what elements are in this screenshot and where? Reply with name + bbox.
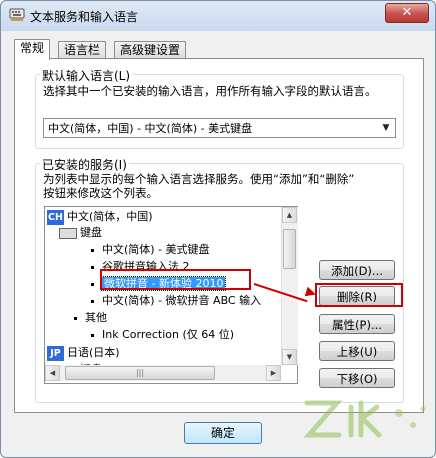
us-keyboard-label: 中文(简体) - 美式键盘 — [102, 243, 210, 256]
bullet-icon — [91, 282, 94, 286]
bullet-icon — [91, 265, 94, 269]
scroll-right-icon[interactable]: ▶ — [266, 365, 281, 381]
properties-button[interactable]: 属性(P)... — [319, 314, 395, 334]
scroll-up-icon[interactable]: ▲ — [282, 207, 297, 223]
bullet-icon — [91, 299, 94, 303]
language-jp-icon: JP — [47, 345, 64, 361]
window-title: 文本服务和输入语言 — [30, 10, 139, 24]
bullet-icon — [91, 333, 94, 337]
installed-services-description-2: 按钮来修改这个列表。 — [43, 186, 158, 200]
tree-horizontal-scrollbar[interactable]: ◀ ||| ▶ — [45, 365, 281, 381]
add-button[interactable]: 添加(D)... — [319, 260, 395, 280]
services-tree[interactable]: CH 中文(简体，中国) 键盘 中文(简体) - 美式键盘 谷歌拼音输入法 2 微… — [44, 206, 298, 384]
bullet-icon — [91, 248, 94, 252]
default-language-select[interactable]: 中文(简体，中国) - 中文(简体) - 美式键盘 ▼ — [43, 118, 396, 138]
other-cn-label: 其他 — [85, 311, 107, 324]
horizontal-scroll-thumb[interactable]: ||| — [65, 366, 215, 380]
keyboard-app-icon — [9, 8, 25, 21]
chevron-down-icon[interactable]: ▼ — [378, 120, 394, 136]
bullet-icon — [74, 316, 77, 320]
dialog-window: 文本服务和输入语言 ✕ 常规 语言栏 高级键设置 默认输入语言(L) 选择其中一… — [0, 0, 436, 458]
default-language-value: 中文(简体，中国) - 中文(简体) - 美式键盘 — [48, 122, 253, 135]
ink-correction-label: Ink Correction (仅 64 位) — [102, 328, 235, 341]
installed-services-label: 已安装的服务(I) — [40, 156, 129, 173]
keyboard-cn-label: 键盘 — [80, 226, 102, 239]
tree-item-lang-jp[interactable]: JP 日语(日本) — [47, 344, 120, 361]
ms-pinyin-abc-label: 中文(简体) - 微软拼音 ABC 输入 — [102, 294, 262, 307]
default-language-label: 默认输入语言(L) — [40, 67, 133, 84]
lang-jp-label: 日语(日本) — [67, 346, 120, 359]
tree-item-ms-pinyin-abc[interactable]: 中文(简体) - 微软拼音 ABC 输入 — [91, 292, 261, 309]
move-up-button[interactable]: 上移(U) — [319, 341, 395, 361]
close-icon: ✕ — [401, 5, 413, 20]
tree-item-keyboard-cn[interactable]: 键盘 — [59, 224, 102, 241]
title-bar: 文本服务和输入语言 ✕ — [1, 1, 435, 31]
annotation-highlight-box — [100, 269, 251, 290]
tree-item-us-keyboard[interactable]: 中文(简体) - 美式键盘 — [91, 241, 210, 258]
watermark-logo — [303, 400, 426, 438]
scroll-down-icon[interactable]: ▼ — [282, 349, 297, 365]
close-button[interactable]: ✕ — [385, 3, 429, 23]
vertical-scroll-thumb[interactable] — [283, 229, 296, 269]
annotation-remove-outline — [315, 283, 403, 307]
installed-services-description-1: 为列表中显示的每个输入语言选择服务。使用“添加”和“删除” — [43, 172, 355, 186]
tree-item-other-cn[interactable]: 其他 — [74, 309, 107, 326]
tab-language-bar[interactable]: 语言栏 — [58, 41, 107, 59]
lang-cn-label: 中文(简体，中国) — [67, 210, 153, 223]
language-cn-icon: CH — [47, 209, 64, 225]
ok-button[interactable]: 确定 — [184, 422, 262, 444]
default-language-description: 选择其中一个已安装的输入语言，用作所有输入字段的默认语言。 — [43, 84, 377, 98]
tree-vertical-scrollbar[interactable]: ▲ ▼ — [281, 207, 298, 365]
tab-general[interactable]: 常规 — [14, 39, 51, 60]
tab-advanced-key-settings[interactable]: 高级键设置 — [114, 41, 187, 59]
tree-item-ink-correction[interactable]: Ink Correction (仅 64 位) — [91, 326, 234, 343]
tree-item-lang-cn[interactable]: CH 中文(简体，中国) — [47, 208, 153, 225]
scroll-left-icon[interactable]: ◀ — [45, 365, 60, 381]
keyboard-icon — [59, 227, 77, 239]
